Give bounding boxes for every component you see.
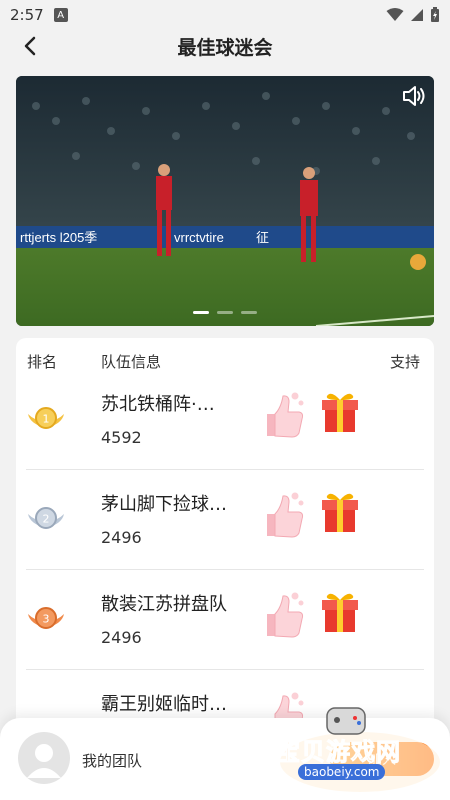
ad-board-text-1: rttjerts l205季 xyxy=(20,230,97,245)
bronze-medal-icon: 3 xyxy=(28,607,64,629)
gold-medal-icon: 1 xyxy=(28,407,64,429)
team-score: 4592 xyxy=(101,428,142,447)
rank-number: 1 xyxy=(43,413,50,426)
signal-icon xyxy=(411,9,423,21)
banner-carousel[interactable]: rttjerts l205季 vrrctvtire 征 xyxy=(16,76,434,326)
ad-board-text-3: 征 xyxy=(256,230,269,245)
banner-image: rttjerts l205季 vrrctvtire 征 xyxy=(16,76,434,326)
gift-button[interactable] xyxy=(319,390,361,434)
speaker-icon xyxy=(403,86,425,106)
watermark-url: baobeiy.com xyxy=(298,764,386,780)
thumbs-up-button[interactable] xyxy=(259,490,307,542)
back-button[interactable] xyxy=(16,32,44,60)
carousel-dot[interactable] xyxy=(241,311,257,314)
my-team-label: 我的团队 xyxy=(82,752,143,770)
sound-toggle-button[interactable] xyxy=(400,82,428,110)
carousel-dot[interactable] xyxy=(217,311,233,314)
gift-button[interactable] xyxy=(319,590,361,634)
thumbs-up-button[interactable] xyxy=(259,390,307,442)
chevron-left-icon xyxy=(24,36,36,56)
rank-number: 3 xyxy=(43,613,50,626)
team-name: 霸王别姬临时… xyxy=(101,694,227,715)
ad-board-text-2: vrrctvtire xyxy=(174,230,224,245)
battery-icon xyxy=(431,7,439,22)
team-score: 2496 xyxy=(101,528,142,547)
ranking-row[interactable]: 1 苏北铁桶阵·… 4592 xyxy=(16,370,434,470)
team-column-header: 队伍信息 xyxy=(101,353,162,371)
status-bar: 2:57 A xyxy=(0,0,450,30)
team-score: 2496 xyxy=(101,628,142,647)
support-column-header: 支持 xyxy=(389,353,420,371)
watermark-text: 宝贝游戏网 xyxy=(276,738,401,767)
team-name: 苏北铁桶阵·… xyxy=(101,394,215,415)
silver-medal-icon: 2 xyxy=(28,507,64,529)
team-name: 茅山脚下捡球… xyxy=(101,494,227,515)
carousel-dot[interactable] xyxy=(193,311,209,314)
ball xyxy=(410,254,426,270)
user-placeholder-icon xyxy=(27,744,61,778)
wifi-icon xyxy=(386,8,404,21)
team-name: 散装江苏拼盘队 xyxy=(101,594,227,615)
app-header: 最佳球迷会 xyxy=(0,30,450,62)
page-title: 最佳球迷会 xyxy=(177,36,273,59)
gift-button[interactable] xyxy=(319,490,361,534)
ranking-row[interactable]: 2 茅山脚下捡球… 2496 xyxy=(16,470,434,570)
ranking-row[interactable]: 3 散装江苏拼盘队 2496 xyxy=(16,570,434,670)
rank-number: 2 xyxy=(43,513,50,526)
rank-column-header: 排名 xyxy=(27,353,58,371)
notification-a-icon: A xyxy=(53,8,68,22)
status-time: 2:57 xyxy=(10,6,44,24)
carousel-indicator xyxy=(16,311,434,314)
avatar[interactable] xyxy=(18,732,70,784)
thumbs-up-button[interactable] xyxy=(259,590,307,642)
